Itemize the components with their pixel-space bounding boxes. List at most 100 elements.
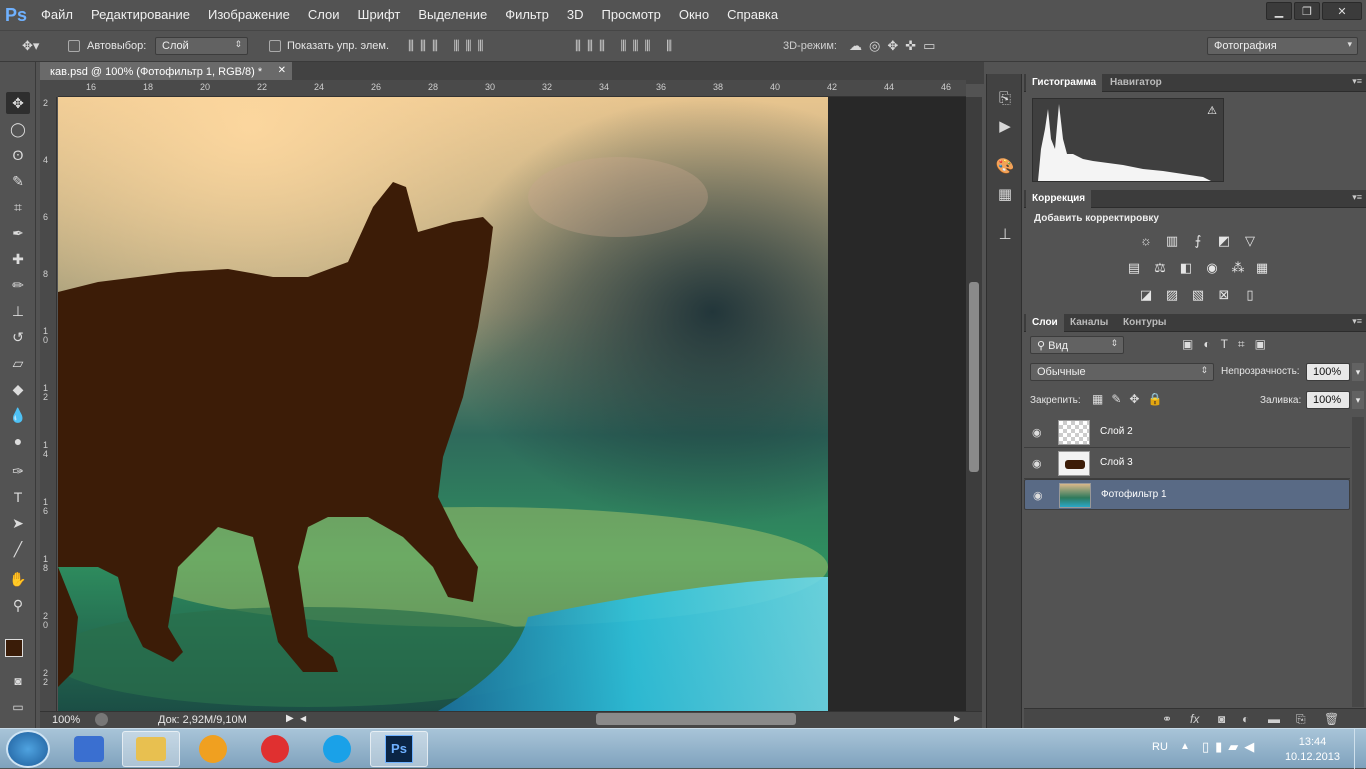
paint-bucket-icon[interactable]: ◆	[6, 378, 30, 400]
minimize-button[interactable]: ▁	[1266, 2, 1292, 20]
eyedropper-icon[interactable]: ✒	[6, 222, 30, 244]
menu-item[interactable]: Файл	[32, 0, 82, 30]
menu-item[interactable]: Шрифт	[349, 0, 410, 30]
photo-filter-icon[interactable]: ◉	[1204, 261, 1220, 275]
curves-icon[interactable]: ⨍	[1190, 234, 1206, 248]
tab-channels[interactable]: Каналы	[1064, 314, 1114, 332]
hand-tool-icon[interactable]: ✋	[6, 568, 30, 590]
move-tool-icon[interactable]: ✥▾	[22, 38, 39, 54]
menu-item[interactable]: Просмотр	[593, 0, 670, 30]
close-button[interactable]: ✕	[1322, 2, 1362, 20]
panel-menu-icon[interactable]: ▾≡	[1352, 192, 1362, 203]
delete-layer-icon[interactable]: 🗑	[1324, 712, 1339, 726]
3d-mode-icons[interactable]: ☁◎✥✜▭	[849, 38, 942, 54]
scroll-left-icon[interactable]: ◀	[300, 714, 306, 723]
show-desktop-button[interactable]	[1354, 729, 1366, 769]
vibrance-icon[interactable]: ▽	[1242, 234, 1258, 248]
fill-arrow-icon[interactable]: ▾	[1352, 391, 1364, 409]
pen-tool-icon[interactable]: ✑	[6, 460, 30, 482]
color-balance-icon[interactable]: ⚖	[1152, 261, 1168, 275]
people-icon[interactable]	[60, 731, 118, 767]
posterize-icon[interactable]: ▨	[1164, 288, 1180, 302]
tab-layers[interactable]: Слои	[1026, 314, 1064, 332]
move-tool-icon[interactable]: ✥	[6, 92, 30, 114]
crop-tool-icon[interactable]: ⌗	[6, 196, 30, 218]
color-lookup-icon[interactable]: ▦	[1254, 261, 1270, 275]
layers-scrollbar[interactable]	[1352, 417, 1364, 707]
warning-icon[interactable]: ⚠	[1207, 104, 1217, 117]
styles-grid-icon[interactable]: ▦	[993, 184, 1017, 206]
line-tool-icon[interactable]: ╱	[6, 538, 30, 560]
skype-icon[interactable]	[308, 731, 366, 767]
eye-icon[interactable]: ◉	[1032, 457, 1042, 470]
opacity-arrow-icon[interactable]: ▾	[1352, 363, 1364, 381]
history-icon[interactable]: ⎘	[993, 88, 1017, 110]
group-folder-icon[interactable]: ▬	[1268, 712, 1280, 726]
align-icons[interactable]: ⫼⫼⫼ ⫼⫼⫼	[408, 38, 490, 54]
fill-input[interactable]: 100%	[1306, 391, 1350, 409]
autoselect-checkbox[interactable]	[68, 40, 80, 52]
tab-paths[interactable]: Контуры	[1117, 314, 1172, 332]
scroll-right-icon[interactable]: ▶	[954, 714, 960, 723]
layer-row[interactable]: ◉ Слой 2	[1024, 417, 1350, 448]
panel-menu-icon[interactable]: ▾≡	[1352, 316, 1362, 327]
lasso-tool-icon[interactable]: ʘ	[6, 144, 30, 166]
painting-canvas[interactable]	[58, 97, 828, 711]
canvas-workspace[interactable]	[58, 97, 966, 711]
quick-select-icon[interactable]: ✎	[6, 170, 30, 192]
blend-mode-dropdown[interactable]: Обычные ⇕	[1030, 363, 1214, 381]
type-tool-icon[interactable]: T	[6, 486, 30, 508]
history-brush-icon[interactable]: ↺	[6, 326, 30, 348]
photoshop-icon[interactable]: Ps	[370, 731, 428, 767]
dodge-tool-icon[interactable]: ●	[6, 430, 30, 452]
hue-saturation-icon[interactable]: ▤	[1126, 261, 1142, 275]
layer-row-selected[interactable]: ◉ Фотофильтр 1	[1024, 479, 1350, 510]
menu-item[interactable]: Фильтр	[496, 0, 558, 30]
lock-icons[interactable]: ▦✎✥🔒	[1092, 392, 1170, 406]
new-layer-icon[interactable]: ⎘	[1296, 712, 1306, 727]
exposure-icon[interactable]: ◩	[1216, 234, 1232, 248]
tray-arrow-icon[interactable]: ▲	[1180, 741, 1190, 752]
zoom-level[interactable]: 100%	[52, 714, 80, 726]
actions-play-icon[interactable]: ▶	[993, 116, 1017, 138]
menu-item[interactable]: Выделение	[409, 0, 496, 30]
info-icon[interactable]	[95, 713, 108, 726]
add-mask-icon[interactable]: ◙	[1218, 712, 1225, 726]
healing-brush-icon[interactable]: ✚	[6, 248, 30, 270]
opacity-input[interactable]: 100%	[1306, 363, 1350, 381]
path-select-icon[interactable]: ➤	[6, 512, 30, 534]
menu-item[interactable]: Справка	[718, 0, 787, 30]
start-button[interactable]	[6, 730, 50, 768]
layer-filter-dropdown[interactable]: ⚲ Вид ⇕	[1030, 336, 1124, 354]
tray-icons[interactable]: ▯▮▰◀	[1202, 739, 1260, 755]
eye-icon[interactable]: ◉	[1032, 426, 1042, 439]
distribute-icons[interactable]: ⫼⫼⫼ ⫼⫼⫼ ⫼	[575, 38, 678, 54]
eye-icon[interactable]: ◉	[1033, 489, 1043, 502]
marquee-tool-icon[interactable]: ◯	[6, 118, 30, 140]
horizontal-scroll-thumb[interactable]	[596, 713, 796, 725]
language-indicator[interactable]: RU	[1152, 741, 1168, 753]
panel-menu-icon[interactable]: ▾≡	[1352, 76, 1362, 87]
blur-tool-icon[interactable]: 💧	[6, 404, 30, 426]
restore-button[interactable]: ❐	[1294, 2, 1320, 20]
brush-tool-icon[interactable]: ✏	[6, 274, 30, 296]
tab-histogram[interactable]: Гистограмма	[1026, 74, 1103, 92]
levels-icon[interactable]: ▥	[1164, 234, 1180, 248]
foreground-color[interactable]	[5, 639, 23, 657]
show-controls-checkbox[interactable]	[269, 40, 281, 52]
menu-item[interactable]: Изображение	[199, 0, 299, 30]
menu-item[interactable]: Редактирование	[82, 0, 199, 30]
tab-navigator[interactable]: Навигатор	[1104, 74, 1168, 92]
swatches-icon[interactable]: 🎨	[993, 156, 1017, 178]
aimp-icon[interactable]	[184, 731, 242, 767]
quick-mask-icon[interactable]: ◙	[6, 670, 30, 692]
gradient-map-icon[interactable]: ▯	[1242, 288, 1258, 302]
menu-item[interactable]: 3D	[558, 0, 593, 30]
adjustment-layer-icon[interactable]: ◐	[1242, 712, 1249, 726]
menu-item[interactable]: Окно	[670, 0, 718, 30]
black-white-icon[interactable]: ◧	[1178, 261, 1194, 275]
threshold-icon[interactable]: ▧	[1190, 288, 1206, 302]
invert-icon[interactable]: ◪	[1138, 288, 1154, 302]
tab-correction[interactable]: Коррекция	[1026, 190, 1092, 208]
brightness-icon[interactable]: ☼	[1138, 234, 1154, 248]
